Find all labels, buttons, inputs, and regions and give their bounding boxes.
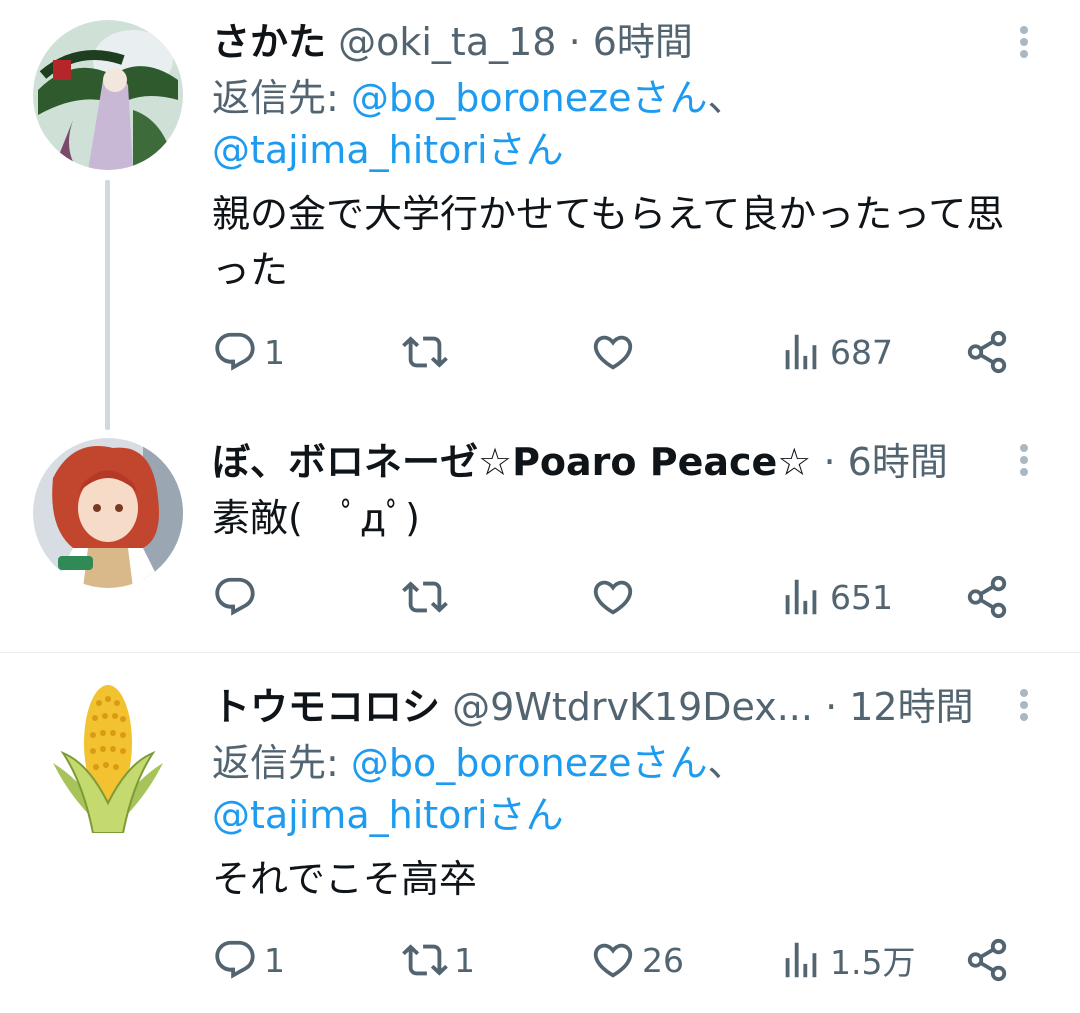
mention-link[interactable]: @tajima_hitoriさん (212, 793, 564, 837)
like-icon (593, 943, 633, 978)
replying-to: 返信先: @bo_boronezeさん、 @tajima_hitoriさん (212, 72, 1020, 176)
avatar[interactable] (33, 20, 183, 170)
tweet-header: ぼ、ボロネーゼ☆Poaro Peace☆ · 6時間 (212, 438, 1020, 486)
views-button[interactable]: 687 (778, 327, 893, 377)
share-button[interactable] (964, 572, 1010, 622)
views-button[interactable]: 651 (778, 572, 893, 622)
display-name[interactable]: ぼ、ボロネーゼ☆Poaro Peace☆ (212, 440, 811, 484)
avatar[interactable] (33, 683, 183, 834)
action-bar: 1 687 (212, 327, 1032, 377)
reply-icon (215, 577, 255, 616)
reply-count: 1 (264, 332, 285, 372)
timestamp[interactable]: 6時間 (848, 440, 948, 484)
action-bar: 651 (212, 572, 1032, 622)
reply-button[interactable]: 1 (212, 935, 285, 985)
share-button[interactable] (964, 327, 1010, 377)
tweet[interactable]: ぼ、ボロネーゼ☆Poaro Peace☆ · 6時間 素敵( ﾟдﾟ) 651 (0, 420, 1080, 652)
username[interactable]: @oki_ta_18 (338, 20, 556, 64)
mention-separator: 、 (707, 76, 746, 120)
retweet-button[interactable] (402, 572, 454, 622)
like-icon (593, 580, 633, 615)
retweet-button[interactable]: 1 (402, 935, 475, 985)
tweet-text: 親の金で大学行かせてもらえて良かったって思った (212, 192, 1005, 292)
more-icon[interactable] (1012, 22, 1036, 62)
reply-count: 1 (264, 940, 285, 980)
retweet-count: 1 (454, 940, 475, 980)
view-count: 687 (830, 332, 893, 372)
view-count: 651 (830, 577, 893, 617)
like-button[interactable] (590, 572, 642, 622)
tweet-text: それでこそ高卒 (212, 857, 477, 901)
thread-line (105, 180, 110, 430)
username[interactable]: @9WtdrvK19Dex... (452, 685, 813, 729)
replying-to-label: 返信先: (212, 76, 351, 120)
separator-dot: · (823, 440, 836, 484)
retweet-icon (402, 944, 448, 976)
timestamp[interactable]: 12時間 (849, 685, 973, 729)
tweet-content: ぼ、ボロネーゼ☆Poaro Peace☆ · 6時間 素敵( ﾟдﾟ) (212, 438, 1020, 546)
share-icon (967, 330, 1007, 374)
views-icon (785, 334, 817, 370)
replying-to-label: 返信先: (212, 741, 351, 785)
tweet[interactable]: さかた @oki_ta_18 · 6時間 返信先: @bo_boronezeさん… (0, 0, 1080, 430)
retweet-icon (402, 581, 448, 613)
reply-icon (215, 332, 255, 371)
tweet-header: トウモコロシ @9WtdrvK19Dex... · 12時間 (212, 683, 1020, 731)
reply-button[interactable]: 1 (212, 327, 285, 377)
retweet-icon (402, 336, 448, 368)
views-button[interactable]: 1.5万 (778, 935, 915, 985)
mention-link[interactable]: @tajima_hitoriさん (212, 128, 564, 172)
view-count: 1.5万 (830, 943, 916, 982)
mention-separator: 、 (707, 741, 746, 785)
more-icon[interactable] (1012, 685, 1036, 725)
separator-dot: · (568, 20, 581, 64)
separator-dot: · (825, 685, 838, 729)
views-icon (785, 579, 817, 615)
reply-button[interactable] (212, 572, 264, 622)
avatar[interactable] (33, 438, 183, 588)
like-icon (593, 335, 633, 370)
more-icon[interactable] (1012, 440, 1036, 480)
views-icon (785, 942, 817, 978)
tweet-content: さかた @oki_ta_18 · 6時間 返信先: @bo_boronezeさん… (212, 18, 1020, 298)
share-icon (967, 938, 1007, 982)
tweet-text: 素敵( ﾟдﾟ) (212, 496, 420, 540)
retweet-button[interactable] (402, 327, 454, 377)
display-name[interactable]: さかた (212, 20, 326, 64)
share-icon (967, 575, 1007, 619)
action-bar: 1 1 26 1.5万 (212, 935, 1032, 985)
reply-icon (215, 940, 255, 979)
like-count: 26 (642, 940, 684, 980)
share-button[interactable] (964, 935, 1010, 985)
like-button[interactable] (590, 327, 642, 377)
mention-link[interactable]: @bo_boronezeさん (351, 76, 708, 120)
replying-to: 返信先: @bo_boronezeさん、 @tajima_hitoriさん (212, 737, 1020, 841)
mention-link[interactable]: @bo_boronezeさん (351, 741, 708, 785)
timestamp[interactable]: 6時間 (593, 20, 693, 64)
tweet-header: さかた @oki_ta_18 · 6時間 (212, 18, 1020, 66)
tweet-content: トウモコロシ @9WtdrvK19Dex... · 12時間 返信先: @bo_… (212, 683, 1020, 907)
display-name[interactable]: トウモコロシ (212, 685, 440, 729)
like-button[interactable]: 26 (590, 935, 684, 985)
tweet[interactable]: トウモコロシ @9WtdrvK19Dex... · 12時間 返信先: @bo_… (0, 653, 1080, 1013)
